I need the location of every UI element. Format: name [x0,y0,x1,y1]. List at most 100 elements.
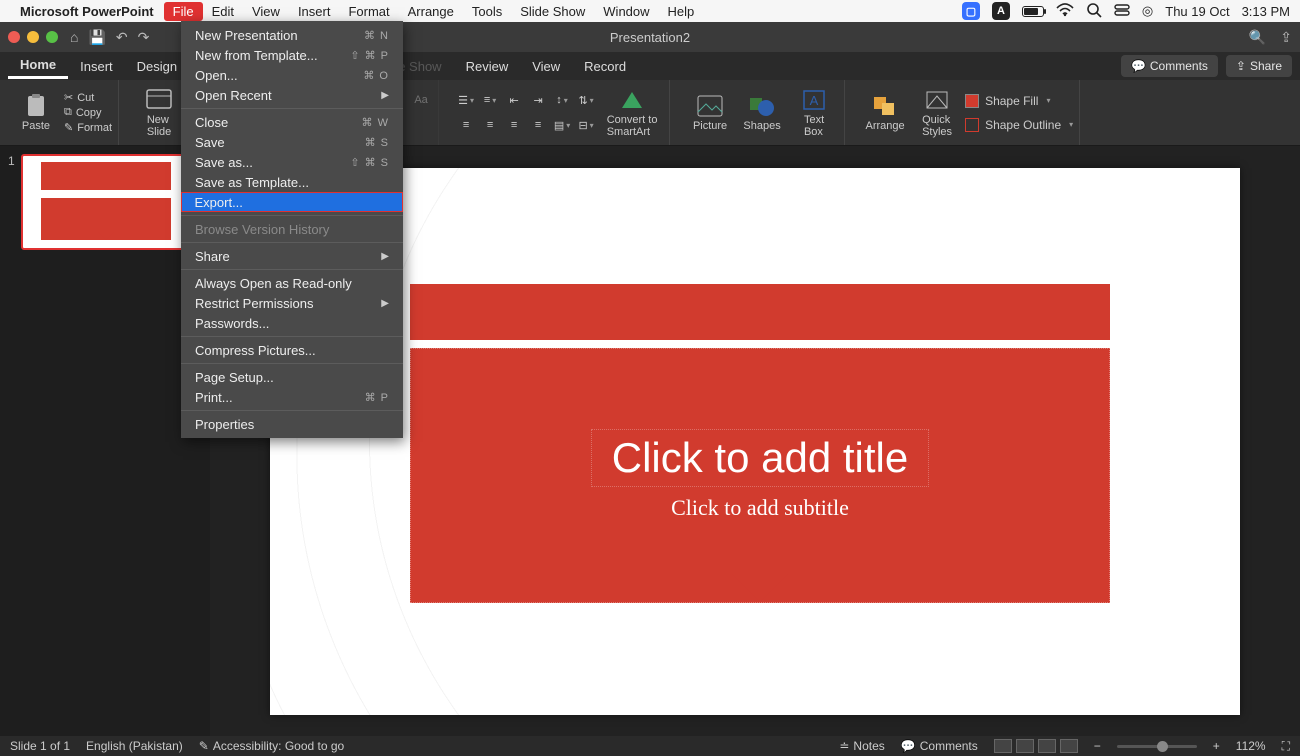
menu-window[interactable]: Window [594,2,658,21]
menu-tools[interactable]: Tools [463,2,511,21]
file-menu-save-as-template[interactable]: Save as Template... [181,172,403,192]
file-menu-passwords[interactable]: Passwords... [181,313,403,333]
tab-review[interactable]: Review [454,55,521,78]
share-button[interactable]: ⇪ Share [1226,55,1292,77]
new-slide-button[interactable]: New Slide [135,88,183,138]
tab-insert[interactable]: Insert [68,55,125,78]
shape-outline-button[interactable]: Shape Outline▾ [965,118,1073,132]
slide-counter[interactable]: Slide 1 of 1 [10,739,70,753]
line-spacing-button[interactable]: ↕▾ [551,89,573,111]
copy-button[interactable]: ⧉ Copy [64,106,112,119]
paste-button[interactable]: Paste [12,94,60,132]
menu-file[interactable]: File [164,2,203,21]
slide-thumbnail-1[interactable] [21,154,191,250]
file-menu-page-setup[interactable]: Page Setup... [181,367,403,387]
align-center-button[interactable]: ≡ [479,114,501,136]
indent-button[interactable]: ⇥ [527,89,549,111]
zoom-out-button[interactable]: − [1094,739,1101,753]
bullets-button[interactable]: ☰▾ [455,89,477,111]
comments-toggle[interactable]: 💬 Comments [901,739,978,753]
qat-save-icon[interactable]: 💾 [88,29,105,46]
file-menu-properties[interactable]: Properties [181,414,403,434]
numbering-button[interactable]: ≡▾ [479,89,501,111]
file-menu-new-presentation[interactable]: New Presentation⌘ N [181,25,403,45]
file-menu-close[interactable]: Close⌘ W [181,112,403,132]
qat-undo-icon[interactable]: ↶ [116,29,128,46]
shape-fill-button[interactable]: Shape Fill▾ [965,94,1073,108]
menu-view[interactable]: View [243,2,289,21]
slideshow-view-button[interactable] [1060,739,1078,753]
file-menu-save-as[interactable]: Save as...⇧ ⌘ S [181,152,403,172]
menubar-time[interactable]: 3:13 PM [1242,4,1290,19]
outdent-button[interactable]: ⇤ [503,89,525,111]
justify-button[interactable]: ≡ [527,114,549,136]
quick-styles-button[interactable]: Quick Styles [913,88,961,138]
menu-edit[interactable]: Edit [203,2,243,21]
menubar-date[interactable]: Thu 19 Oct [1165,4,1229,19]
control-center-icon[interactable] [1114,2,1130,21]
tab-design[interactable]: Design [125,55,189,78]
notes-toggle[interactable]: ≐ Notes [839,739,884,753]
window-zoom-button[interactable] [46,31,58,43]
format-painter-button[interactable]: ✎ Format [64,121,112,134]
subtitle-placeholder[interactable]: Click to add subtitle [671,495,849,521]
align-left-button[interactable]: ≡ [455,114,477,136]
app-store-icon[interactable]: ▢ [962,2,980,20]
comments-button[interactable]: 💬 Comments [1121,55,1218,77]
battery-icon[interactable] [1022,6,1044,17]
siri-icon[interactable]: ◎ [1142,3,1153,19]
window-close-button[interactable] [8,31,20,43]
menubar-badge[interactable]: A [992,2,1010,20]
file-menu-open[interactable]: Open...⌘ O [181,65,403,85]
cut-button[interactable]: ✂ Cut [64,91,112,104]
zoom-level[interactable]: 112% [1236,739,1266,753]
title-placeholder[interactable]: Click to add title [591,429,929,487]
search-icon[interactable] [1086,2,1102,21]
titlebar-search-icon[interactable]: 🔍 [1249,29,1266,46]
qat-home-icon[interactable]: ⌂ [70,29,78,46]
file-menu-share[interactable]: Share▶ [181,246,403,266]
file-menu-compress-pictures[interactable]: Compress Pictures... [181,340,403,360]
qat-redo-icon[interactable]: ↷ [138,29,150,46]
tab-home[interactable]: Home [8,53,68,79]
slide-canvas[interactable]: Click to add title Click to add subtitle [270,168,1240,715]
text-direction-button[interactable]: ⇅▾ [575,89,597,111]
file-menu-export[interactable]: Export... [181,192,403,212]
arrange-button[interactable]: Arrange [861,94,909,132]
shapes-button[interactable]: Shapes [738,94,786,132]
menu-insert[interactable]: Insert [289,2,340,21]
file-menu-restrict-permissions[interactable]: Restrict Permissions▶ [181,293,403,313]
zoom-in-button[interactable]: + [1213,739,1220,753]
picture-button[interactable]: Picture [686,94,734,132]
language-indicator[interactable]: English (Pakistan) [86,739,183,753]
align-right-button[interactable]: ≡ [503,114,525,136]
content-placeholder[interactable]: Click to add title Click to add subtitle [410,348,1110,603]
file-menu-print[interactable]: Print...⌘ P [181,387,403,407]
app-name[interactable]: Microsoft PowerPoint [20,4,154,19]
wifi-icon[interactable] [1056,3,1074,20]
convert-smartart-button[interactable]: Convert to SmartArt [601,88,663,138]
normal-view-button[interactable] [994,739,1012,753]
thumbnail-rail[interactable]: 1 [0,146,210,736]
tab-record[interactable]: Record [572,55,638,78]
zoom-slider[interactable] [1117,745,1197,748]
menu-arrange[interactable]: Arrange [399,2,463,21]
window-minimize-button[interactable] [27,31,39,43]
file-menu-new-from-template[interactable]: New from Template...⇧ ⌘ P [181,45,403,65]
titlebar-share-icon[interactable]: ⇪ [1280,29,1292,46]
file-menu-save[interactable]: Save⌘ S [181,132,403,152]
menu-format[interactable]: Format [339,2,398,21]
menu-help[interactable]: Help [659,2,704,21]
fit-window-button[interactable]: ⛶ [1282,739,1290,754]
thumb-number: 1 [8,154,15,250]
reading-view-button[interactable] [1038,739,1056,753]
text-box-button[interactable]: A Text Box [790,88,838,138]
file-menu-open-recent[interactable]: Open Recent▶ [181,85,403,105]
tab-view[interactable]: View [520,55,572,78]
accessibility-checker[interactable]: ✎ Accessibility: Good to go [199,739,344,753]
menu-slideshow[interactable]: Slide Show [511,2,594,21]
columns-button[interactable]: ▤▾ [551,114,573,136]
file-menu-always-open-as-read-only[interactable]: Always Open as Read-only [181,273,403,293]
sorter-view-button[interactable] [1016,739,1034,753]
align-text-vert-button[interactable]: ⊟▾ [575,114,597,136]
